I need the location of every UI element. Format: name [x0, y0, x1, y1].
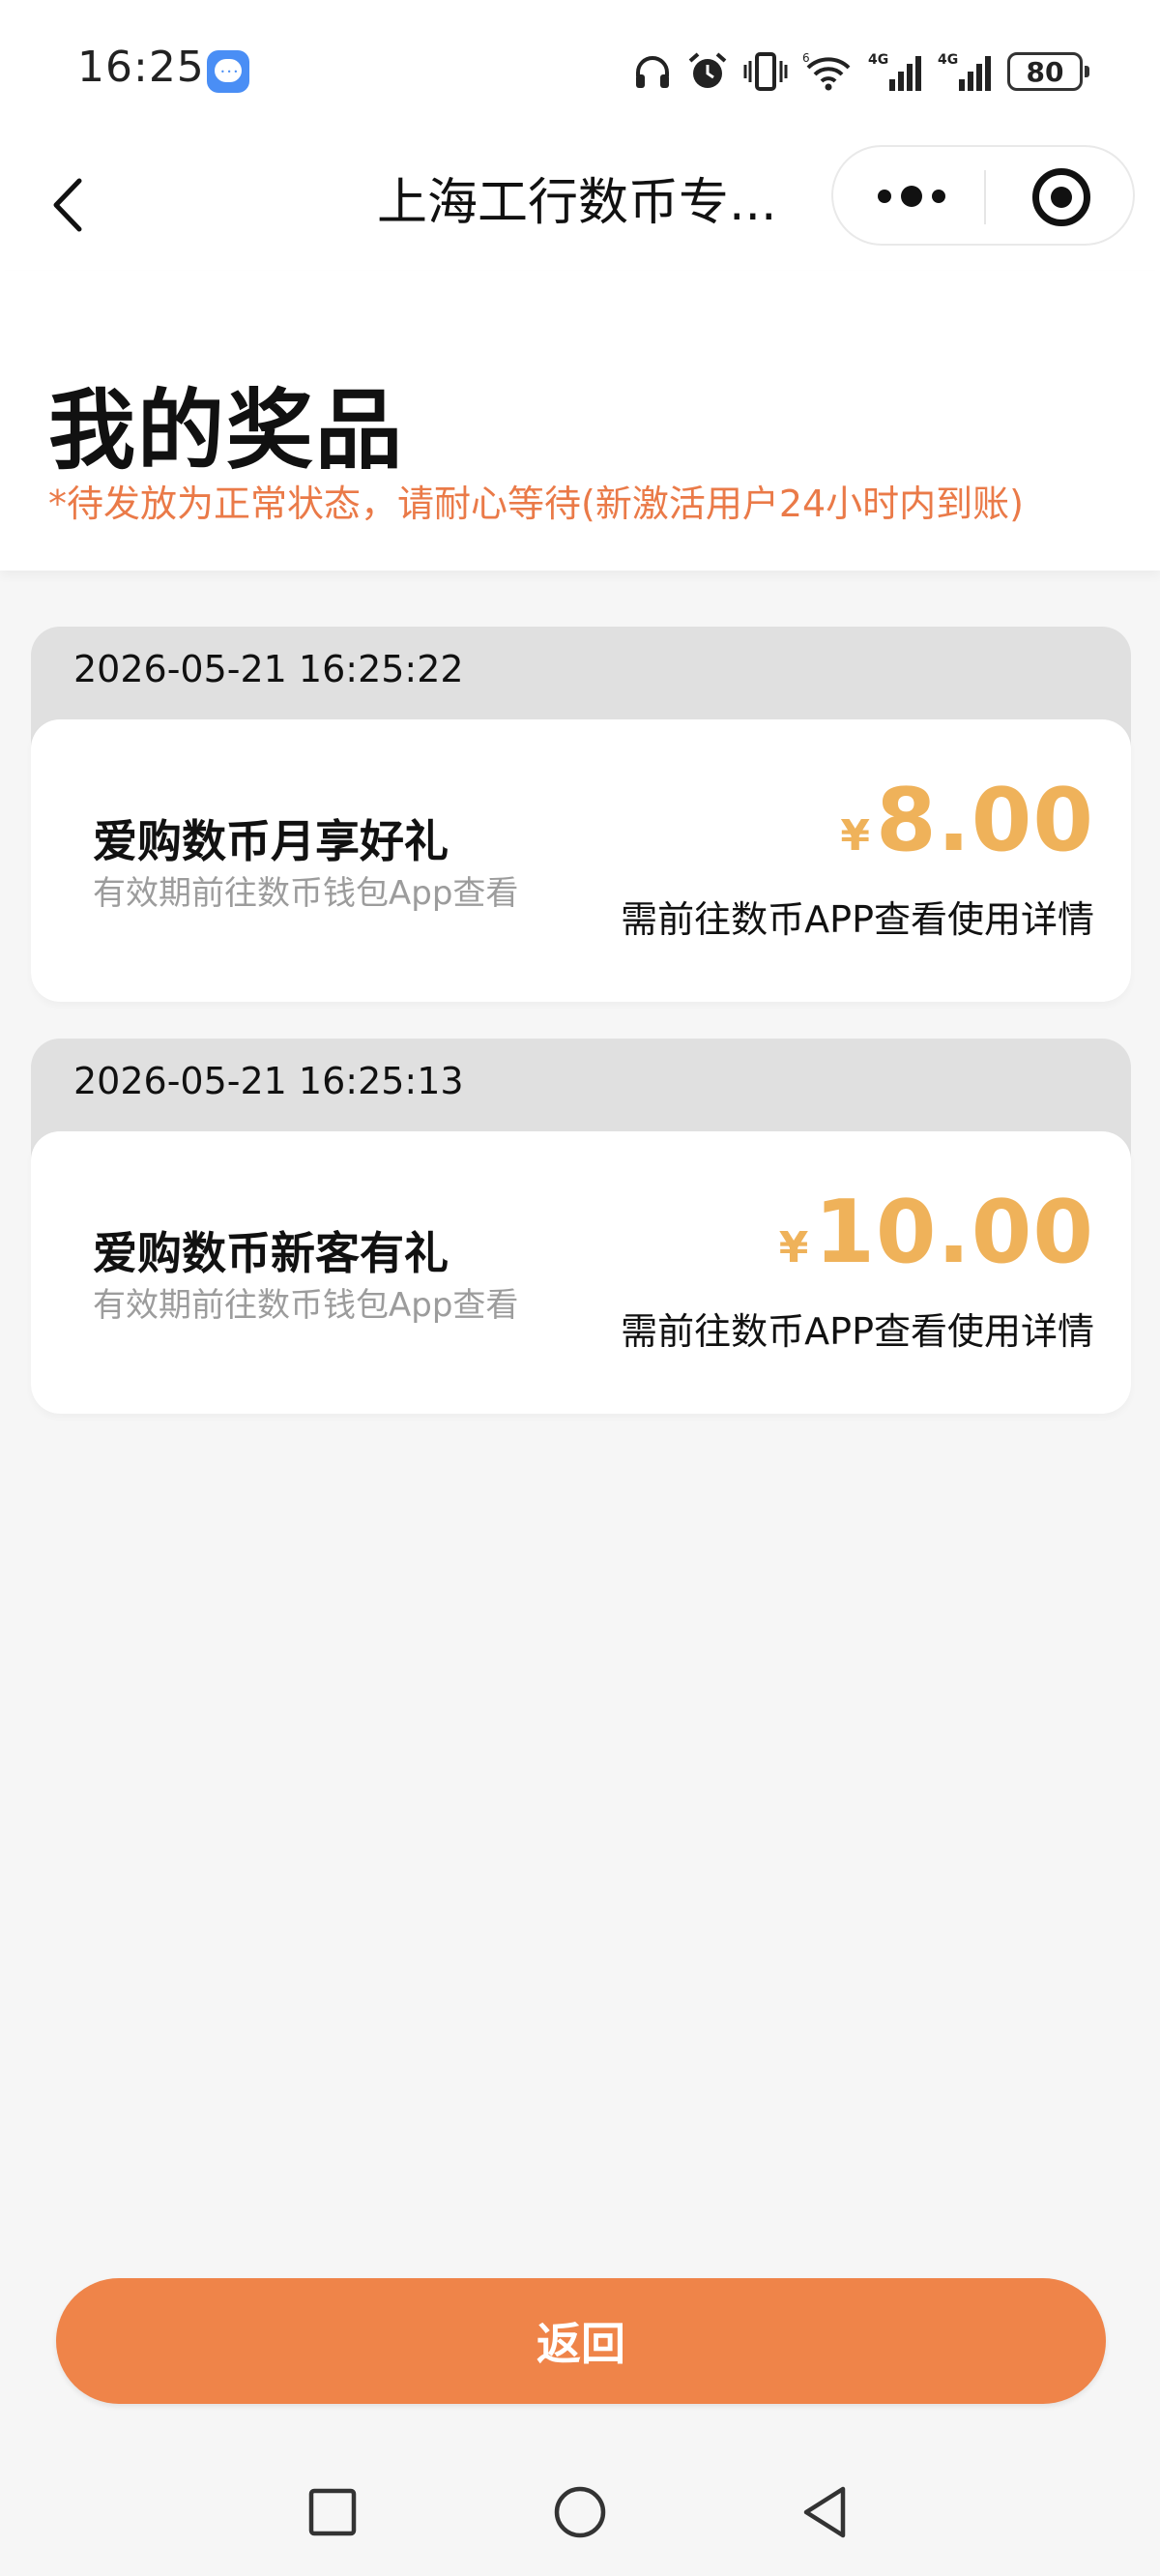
prize-name: 爱购数币新客有礼 [93, 1227, 449, 1279]
circle-icon[interactable] [549, 2481, 611, 2543]
wifi-icon: 6 [802, 51, 851, 91]
prize-amount-value: 8.00 [875, 770, 1094, 871]
prize-subtitle: 有效期前往数币钱包App查看 [93, 874, 519, 913]
svg-text:4G: 4G [938, 52, 958, 68]
status-time: 16:25 [77, 43, 205, 92]
back-button[interactable] [39, 166, 97, 244]
svg-text:6: 6 [802, 51, 810, 65]
status-icons: 6 4G 4G 80 [632, 43, 1089, 101]
mini-program-capsule [831, 145, 1135, 246]
nav-bar: 上海工行数币专... [0, 145, 1160, 271]
prize-subtitle: 有效期前往数币钱包App查看 [93, 1286, 519, 1325]
prize-detail: 需前往数币APP查看使用详情 [621, 1310, 1094, 1353]
svg-text:4G: 4G [868, 52, 888, 68]
prize-time: 2026-05-21 16:25:13 [73, 1060, 464, 1102]
prize-card-body: 爱购数币新客有礼 有效期前往数币钱包App查看 ¥ 10.00 需前往数币APP… [31, 1131, 1131, 1414]
square-icon[interactable] [302, 2481, 363, 2543]
prize-card[interactable]: 2026-05-21 16:25:13 爱购数币新客有礼 有效期前往数币钱包Ap… [31, 1039, 1131, 1414]
prize-amount: ¥ 8.00 [840, 770, 1094, 871]
page-note: *待发放为正常状态，请耐心等待(新激活用户24小时内到账) [48, 483, 1025, 525]
status-bar: 16:25 ••• 6 4G 4G 80 [0, 0, 1160, 145]
battery-icon: 80 [1007, 52, 1089, 91]
prize-name: 爱购数币月享好礼 [93, 815, 449, 867]
prize-detail: 需前往数币APP查看使用详情 [621, 898, 1094, 941]
prize-amount: ¥ 10.00 [779, 1182, 1094, 1283]
prize-amount-value: 10.00 [814, 1182, 1094, 1283]
headphones-icon [636, 56, 669, 88]
page-header: 我的奖品 *待发放为正常状态，请耐心等待(新激活用户24小时内到账) [0, 271, 1160, 571]
message-app-icon: ••• [207, 50, 249, 93]
currency-symbol: ¥ [778, 1223, 809, 1273]
battery-level: 80 [1026, 55, 1064, 88]
signal-4g-icon: 4G [868, 52, 921, 91]
signal-4g-icon: 4G [938, 52, 991, 91]
prize-card-body: 爱购数币月享好礼 有效期前往数币钱包App查看 ¥ 8.00 需前往数币APP查… [31, 719, 1131, 1002]
page-title: 我的奖品 [48, 380, 404, 482]
triangle-back-icon[interactable] [795, 2481, 856, 2543]
system-nav-bar [0, 2452, 1160, 2576]
prize-time: 2026-05-21 16:25:22 [73, 648, 464, 690]
more-dots-icon[interactable] [878, 172, 945, 220]
nav-title: 上海工行数币专... [377, 174, 777, 232]
prize-card[interactable]: 2026-05-21 16:25:22 爱购数币月享好礼 有效期前往数币钱包Ap… [31, 627, 1131, 1002]
return-button[interactable]: 返回 [56, 2278, 1106, 2404]
vibrate-icon [743, 52, 788, 91]
alarm-icon [688, 52, 727, 88]
chevron-left-icon [53, 178, 82, 232]
target-circle-icon[interactable] [1032, 168, 1090, 226]
capsule-divider [984, 170, 986, 224]
currency-symbol: ¥ [840, 811, 870, 861]
